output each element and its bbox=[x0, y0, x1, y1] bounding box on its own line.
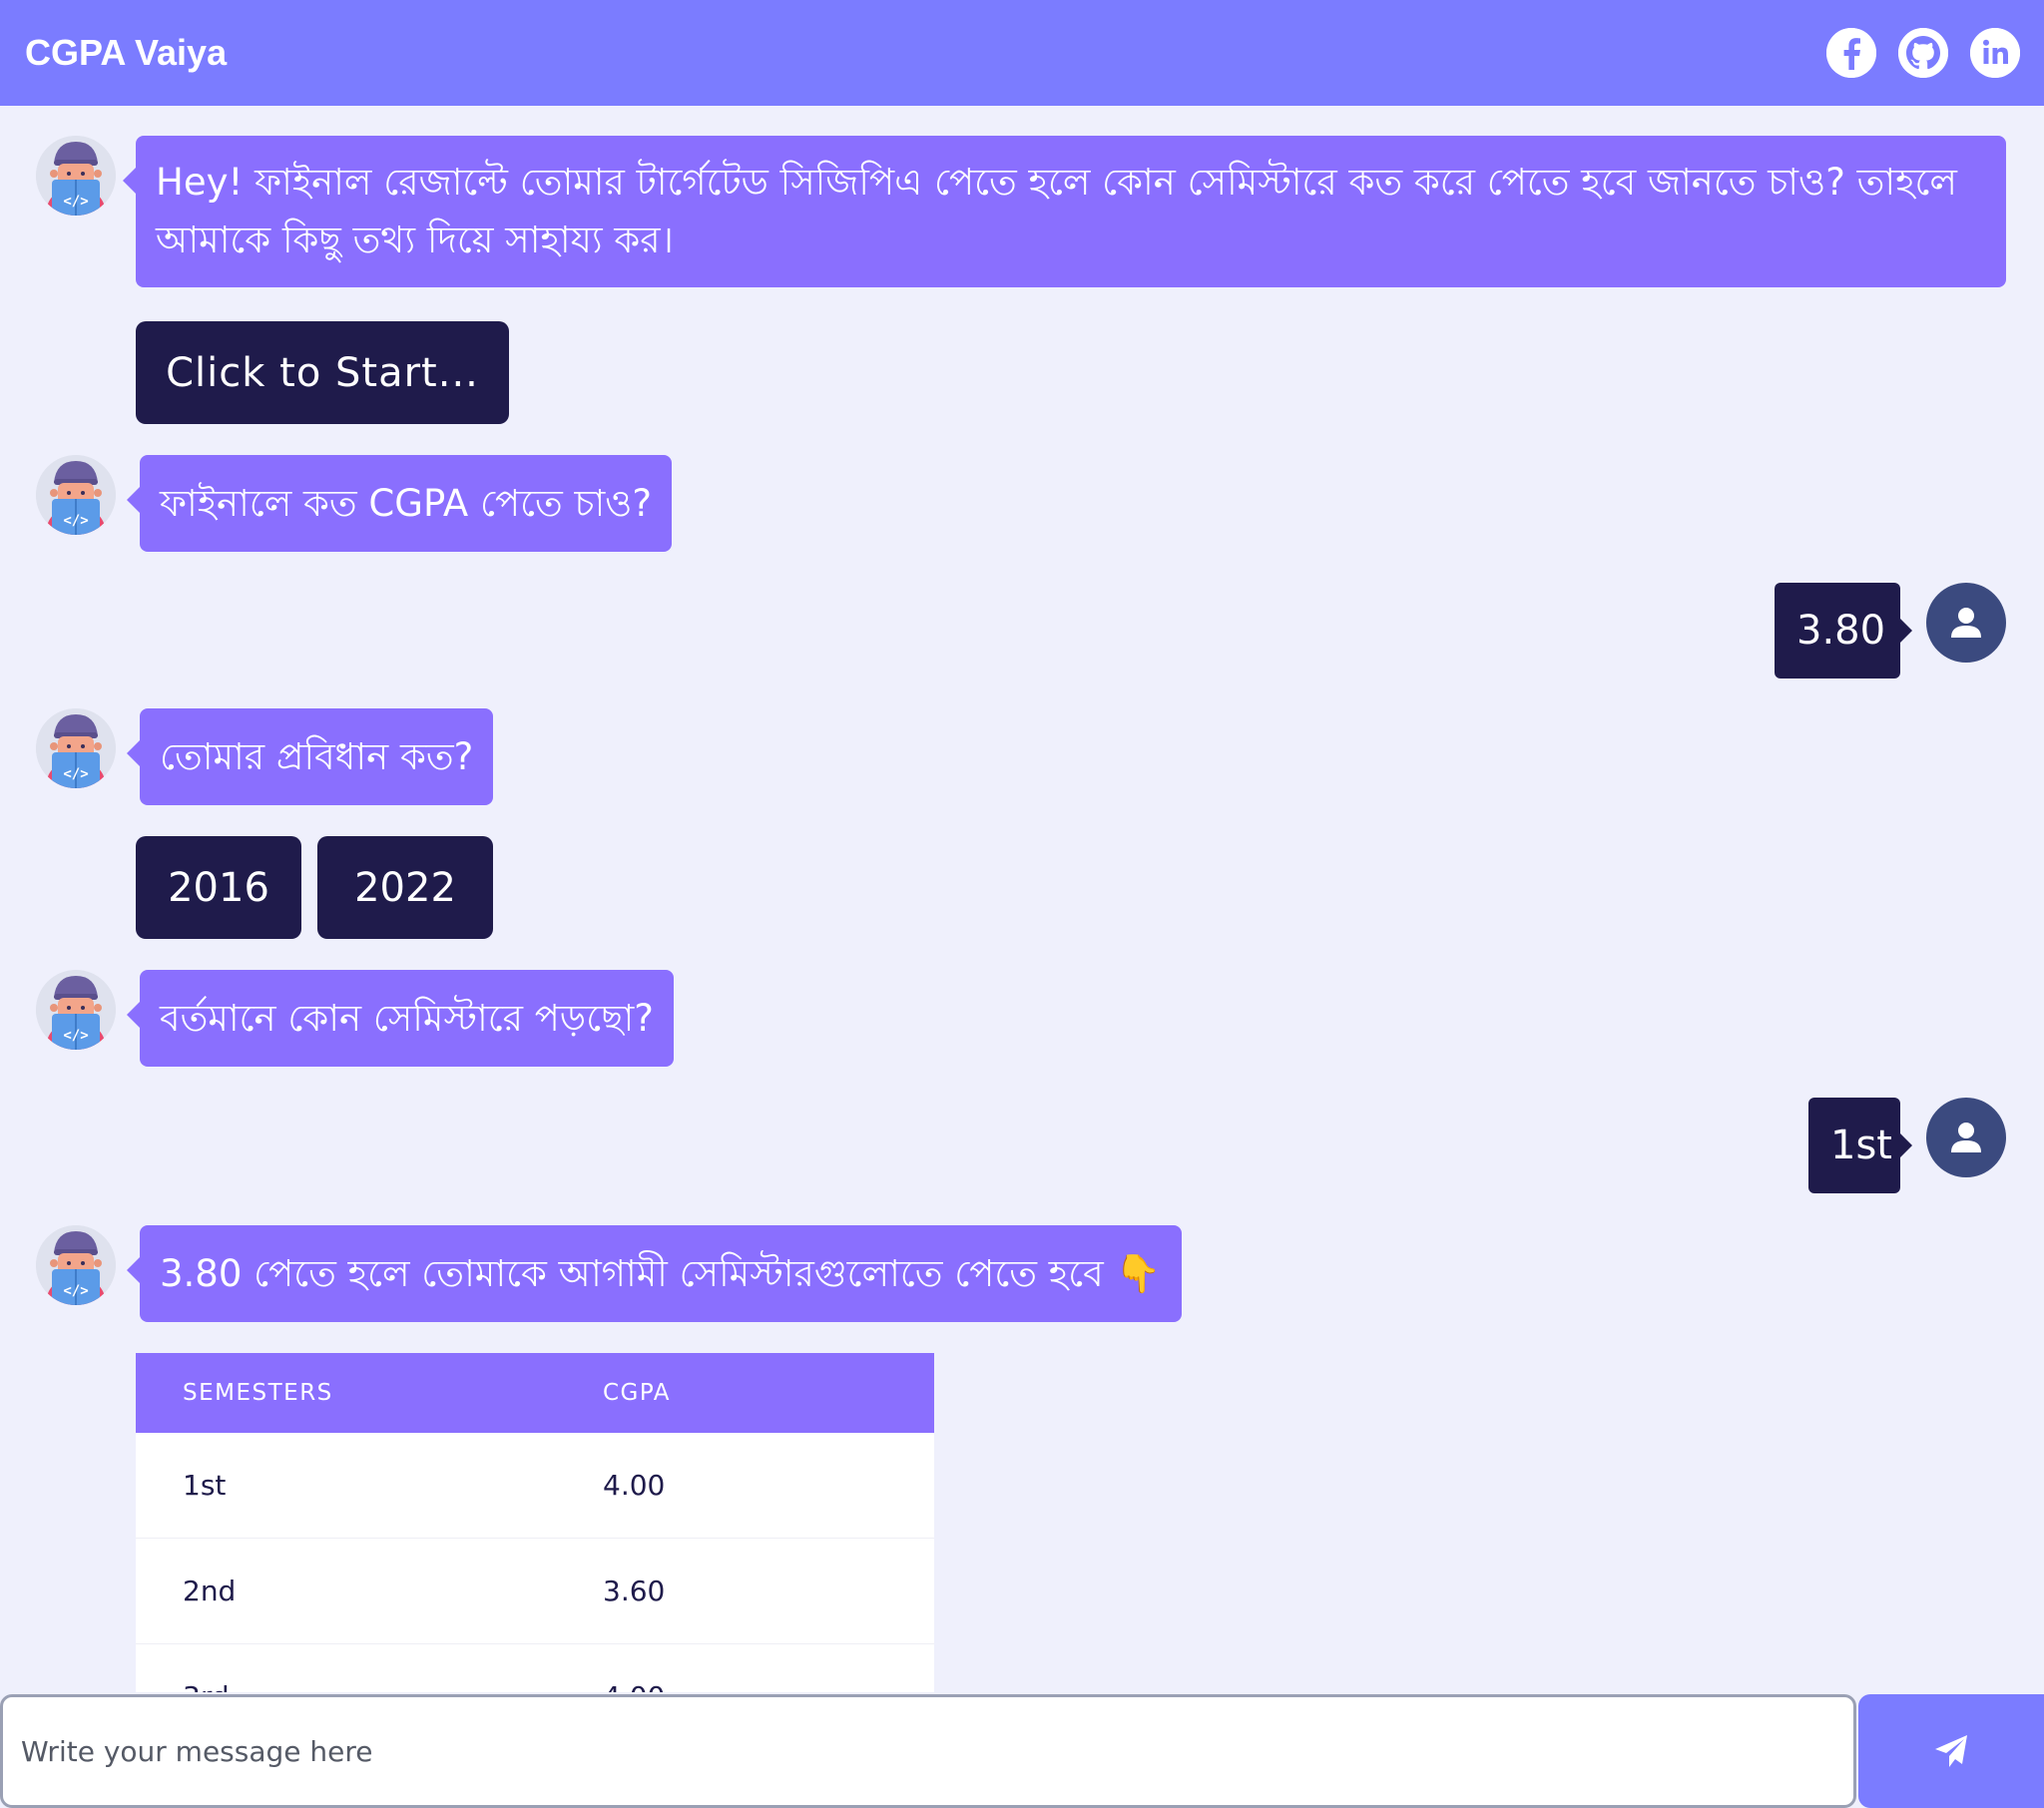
table-row: 2nd 3.60 bbox=[136, 1539, 934, 1644]
bot-avatar bbox=[36, 136, 116, 216]
chat-area[interactable]: Hey! ফাইনাল রেজাল্টে তোমার টার্গেটেড সিজ… bbox=[0, 106, 2044, 1692]
header-semesters: SEMESTERS bbox=[183, 1380, 333, 1406]
user-icon bbox=[1951, 608, 1981, 638]
app-title: CGPA Vaiya bbox=[25, 32, 228, 73]
bot-message-cgpa-question: ফাইনালে কত CGPA পেতে চাও? bbox=[126, 455, 673, 552]
bot-message-text: Hey! ফাইনাল রেজাল্টে তোমার টার্গেটেড সিজ… bbox=[156, 161, 1957, 261]
bot-avatar bbox=[36, 970, 116, 1050]
cell-semester: 3rd bbox=[136, 1680, 603, 1692]
bot-avatar bbox=[36, 708, 116, 788]
table-row: 3rd 4.00 bbox=[136, 1644, 934, 1692]
bot-message-text: ফাইনালে কত CGPA পেতে চাও? bbox=[160, 482, 653, 525]
cell-semester: 1st bbox=[183, 1469, 227, 1502]
paper-plane-icon bbox=[1935, 1735, 1967, 1767]
message-input[interactable] bbox=[0, 1694, 1856, 1808]
user-avatar bbox=[1926, 583, 2006, 663]
option-2016-button[interactable]: 2016 bbox=[136, 836, 301, 939]
cell-cgpa: 4.00 bbox=[603, 1469, 666, 1502]
user-icon bbox=[1951, 1123, 1981, 1152]
user-message-semester: 1st bbox=[1808, 1098, 1912, 1193]
bot-message-result: 3.80 পেতে হলে তোমাকে আগামী সেমিস্টারগুলো… bbox=[127, 1225, 1182, 1322]
bot-message-text: তোমার প্রবিধান কত? bbox=[160, 735, 474, 778]
start-button[interactable]: Click to Start... bbox=[136, 321, 509, 424]
message-composer bbox=[0, 1692, 2044, 1808]
bot-message-intro: Hey! ফাইনাল রেজাল্টে তোমার টার্গেটেড সিজ… bbox=[123, 136, 2006, 287]
bot-avatar bbox=[36, 455, 116, 535]
cell-cgpa: 4.00 bbox=[603, 1680, 934, 1692]
linkedin-icon[interactable] bbox=[1970, 28, 2020, 78]
user-message-cgpa: 3.80 bbox=[1775, 583, 1912, 678]
send-button[interactable] bbox=[1858, 1694, 2044, 1808]
table-header: SEMESTERS CGPA bbox=[136, 1353, 934, 1433]
social-links bbox=[1826, 28, 2020, 78]
facebook-icon[interactable] bbox=[1826, 28, 1876, 78]
cell-cgpa: 3.60 bbox=[603, 1575, 666, 1607]
cell-semester: 2nd bbox=[183, 1575, 237, 1607]
bot-message-text: বর্তমানে কোন সেমিস্টারে পড়ছো? bbox=[160, 997, 654, 1040]
header-cgpa: CGPA bbox=[603, 1380, 672, 1406]
user-avatar bbox=[1926, 1098, 2006, 1177]
bot-avatar bbox=[36, 1225, 116, 1305]
top-navbar: CGPA Vaiya bbox=[0, 0, 2044, 106]
bot-message-curriculum-question: তোমার প্রবিধান কত? bbox=[126, 708, 494, 805]
github-icon[interactable] bbox=[1898, 28, 1948, 78]
bot-message-text: 3.80 পেতে হলে তোমাকে আগামী সেমিস্টারগুলো… bbox=[160, 1252, 1162, 1295]
result-table: SEMESTERS CGPA 1st 4.00 2nd 3.60 3rd 4.0… bbox=[136, 1353, 934, 1692]
option-2022-button[interactable]: 2022 bbox=[317, 836, 493, 939]
bot-message-semester-question: বর্তমানে কোন সেমিস্টারে পড়ছো? bbox=[127, 970, 674, 1067]
table-row: 1st 4.00 bbox=[136, 1433, 934, 1539]
